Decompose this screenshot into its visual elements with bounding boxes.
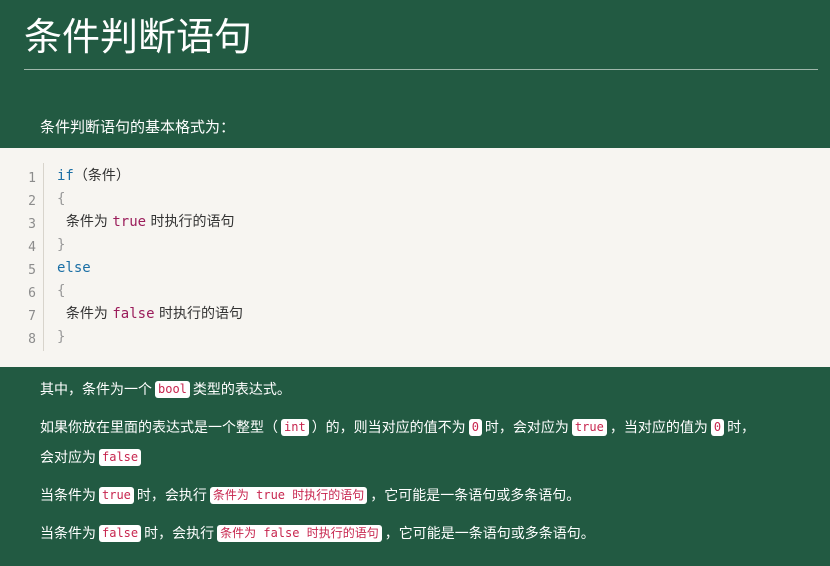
code-line: { [57,283,66,299]
paragraph: 当条件为 true 时，会执行 条件为 true 时执行的语句 ，它可能是一条语句或多条… [40,487,581,504]
line-number: 4 [28,240,36,255]
paragraph-continuation: 会对应为 false [40,444,144,472]
inline-code: 0 [710,419,725,436]
inline-code: false [99,449,142,466]
keyword-if: if [57,168,74,184]
paragraph: 如果你放在里面的表达式是一个整型（ int ）的，则当对应的值不为 0 时，会对应为 tr… [40,419,756,436]
code-line: } [57,237,66,253]
paragraph: 当条件为 false 时，会执行 条件为 false 时执行的语句 ，它可能是一条语句或… [40,525,595,542]
paragraph: 其中，条件为一个 bool 类型的表达式。 [40,381,291,398]
inline-code: true [571,419,607,436]
code-line: 条件为 true 时执行的语句 [57,214,235,230]
line-number: 6 [28,286,36,301]
keyword-true: true [112,214,147,230]
inline-code: 条件为 false 时执行的语句 [217,525,382,542]
code-line: } [57,329,66,345]
inline-code: 条件为 true 时执行的语句 [209,487,368,504]
inline-code: bool [155,381,190,398]
line-number: 5 [28,263,36,278]
inline-code: 0 [468,419,482,436]
line-number: 7 [28,309,36,324]
line-number: 8 [28,332,36,347]
line-number: 2 [28,194,36,209]
keyword-false: false [112,306,155,322]
intro-text: 条件判断语句的基本格式为： [40,118,236,136]
code-line: if（条件） [57,165,130,188]
line-number: 1 [28,171,36,186]
code-block: 1 2 3 4 5 6 7 8 if（条件） { 条件为 true 时执行的语句… [0,148,830,367]
condition-text: （条件） [73,168,130,184]
code-line-else: else [57,260,91,276]
title-divider [24,69,818,70]
page-title: 条件判断语句 [24,15,253,59]
code-line: { [57,191,66,207]
inline-code: false [99,525,142,542]
line-number: 3 [28,217,36,232]
inline-code: int [281,419,309,436]
code-line: 条件为 false 时执行的语句 [57,306,243,322]
inline-code: true [99,487,134,504]
